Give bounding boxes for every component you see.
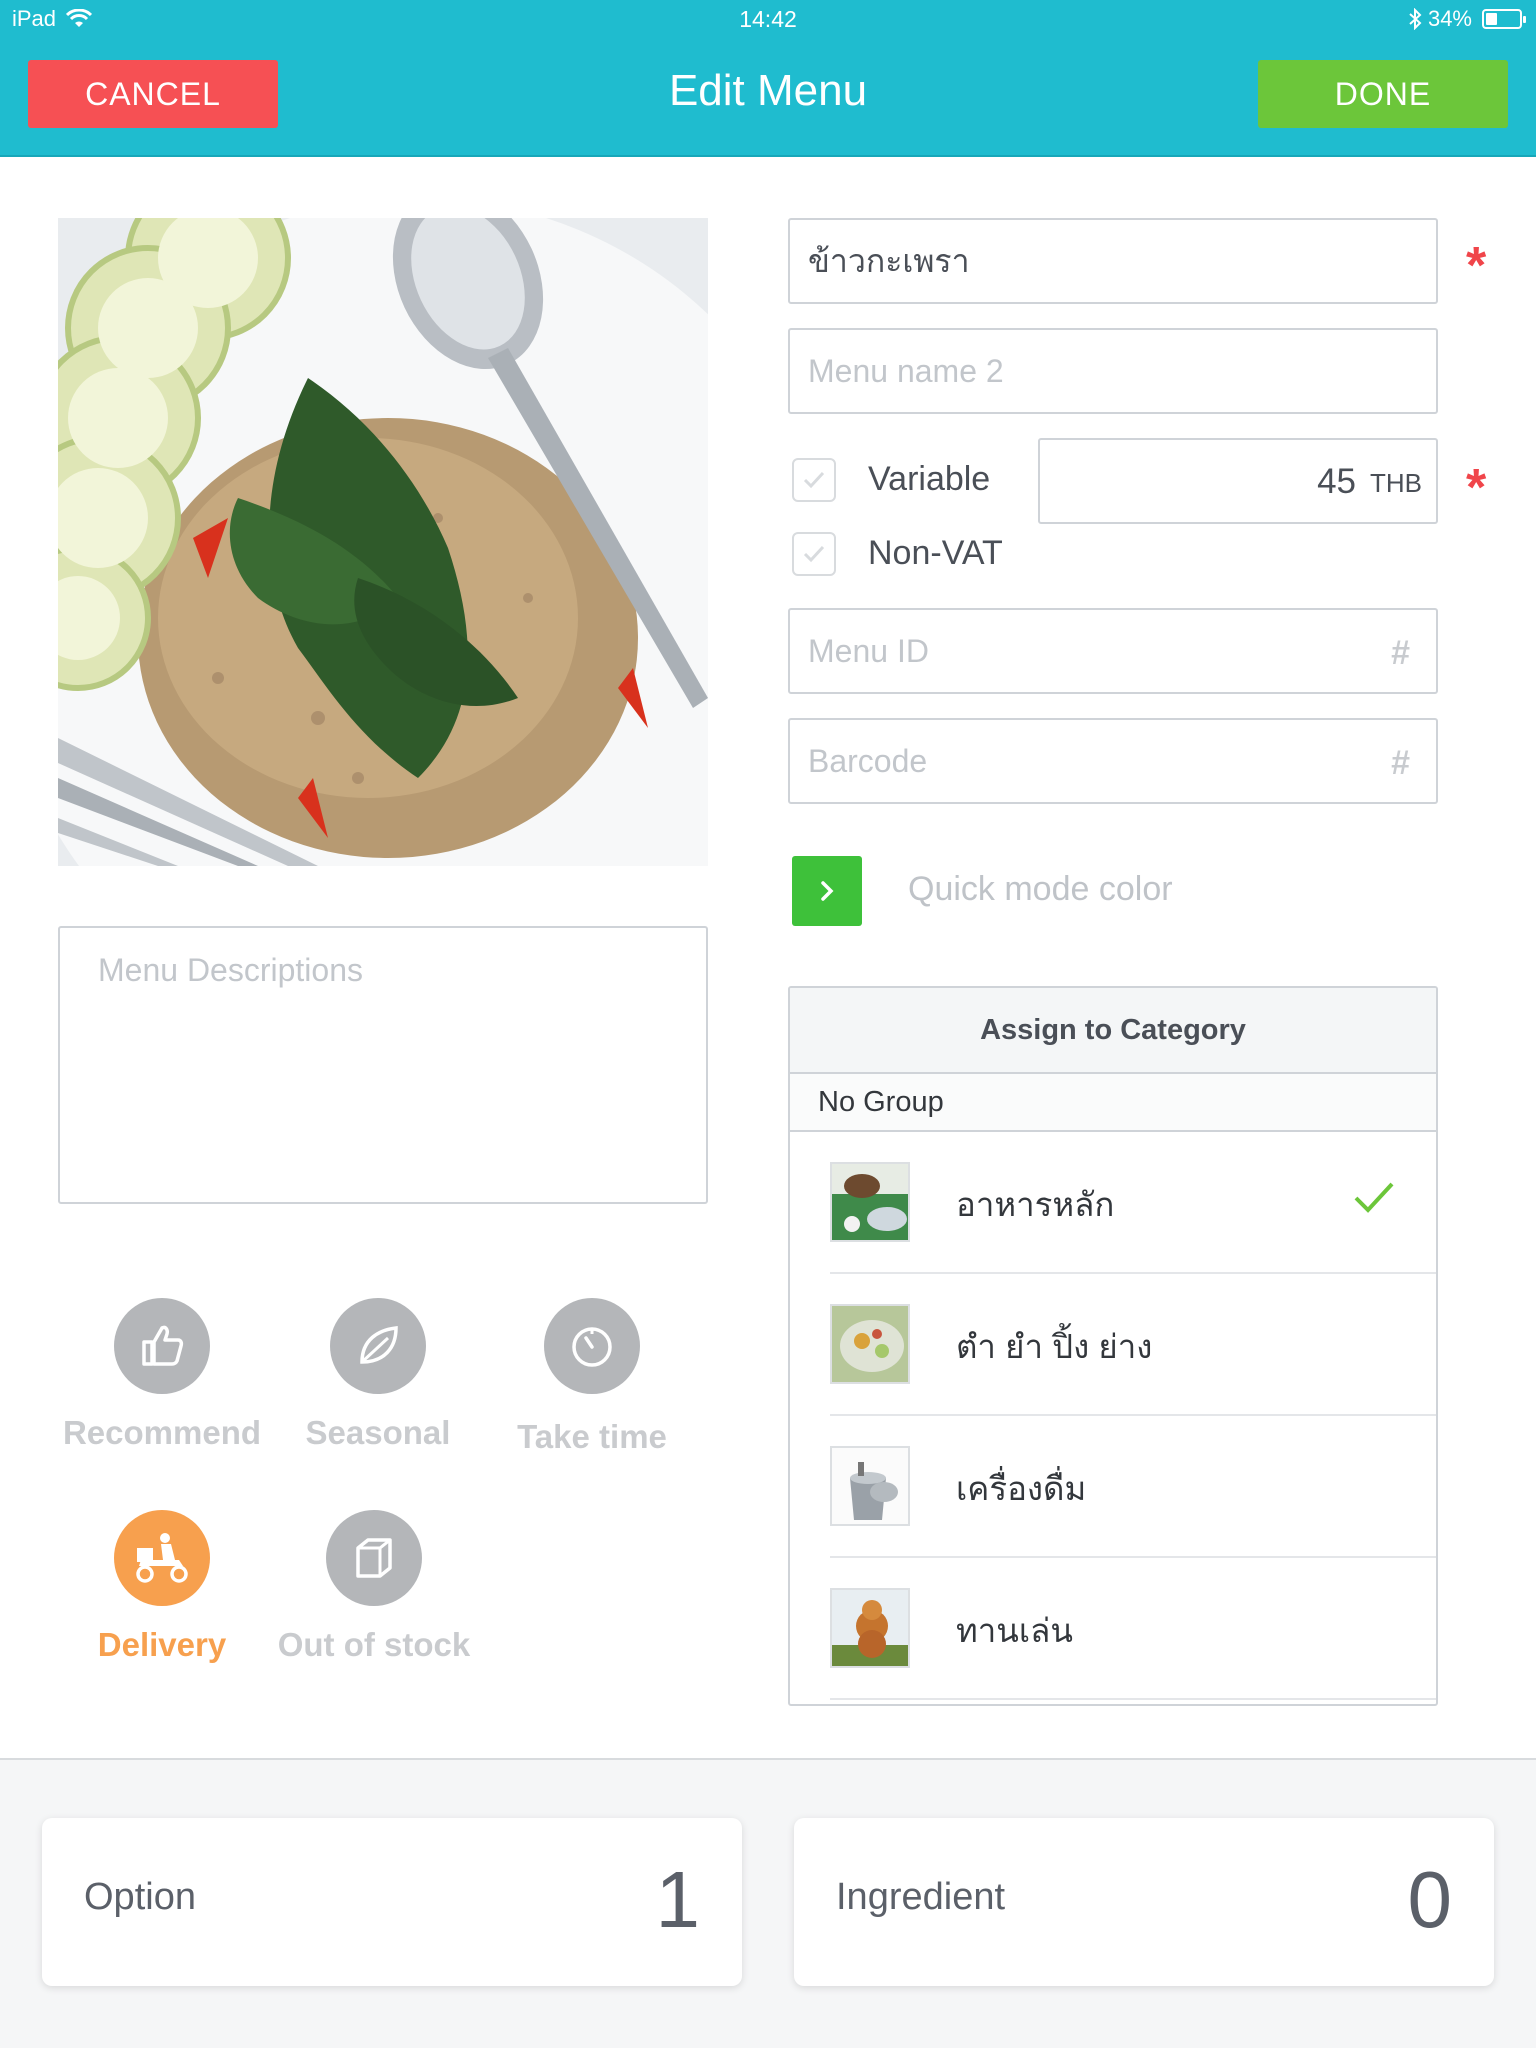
menu-name-2-field[interactable]: Menu name 2 [788, 328, 1438, 414]
tag-out-of-stock[interactable]: Out of stock [264, 1510, 484, 1664]
category-item[interactable]: อาหารหลัก [830, 1132, 1436, 1274]
option-count: 1 [655, 1855, 701, 1944]
status-right: 34% [1408, 6, 1526, 32]
category-item[interactable]: ทานเล่น [830, 1558, 1436, 1700]
currency-label: THB [1370, 468, 1422, 498]
price-value: 45 [1317, 462, 1356, 501]
tag-delivery[interactable]: Delivery [52, 1510, 272, 1664]
thumbs-up-icon [114, 1298, 210, 1394]
check-icon [1354, 1182, 1394, 1213]
option-label: Option [84, 1876, 196, 1918]
battery-icon [1482, 9, 1526, 29]
category-name: เครื่องดื่ม [956, 1470, 1087, 1507]
category-name: ตำ ยำ ปิ้ง ย่าง [956, 1328, 1153, 1365]
quick-mode-color-label: Quick mode color [908, 870, 1173, 908]
category-thumbnail [830, 1588, 910, 1668]
leaf-icon [330, 1298, 426, 1394]
chevron-right-icon [821, 881, 834, 901]
battery-fill [1486, 13, 1497, 25]
category-name: อาหารหลัก [956, 1186, 1115, 1223]
category-name: ทานเล่น [956, 1612, 1073, 1649]
variable-label: Variable [868, 460, 991, 498]
hash-icon: # [1391, 634, 1410, 672]
menu-id-field[interactable]: Menu ID # [788, 608, 1438, 694]
hash-icon: # [1391, 744, 1410, 782]
required-marker: * [1466, 459, 1487, 517]
menu-id-placeholder: Menu ID [808, 632, 929, 669]
quick-mode-color-button[interactable] [792, 856, 862, 926]
option-card[interactable]: Option 1 [42, 1818, 742, 1986]
menu-name-value: ข้าวกะเพรา [808, 242, 970, 279]
menu-description-input[interactable]: Menu Descriptions [58, 926, 708, 1204]
barcode-placeholder: Barcode [808, 742, 928, 779]
bluetooth-icon [1409, 8, 1422, 30]
box-icon [326, 1510, 422, 1606]
tag-label: Seasonal [305, 1414, 451, 1451]
top-bar: iPad 14:42 34% CANCEL Edit Menu DONE [0, 0, 1536, 157]
timer-icon [544, 1298, 640, 1394]
tag-label: Delivery [97, 1626, 227, 1663]
menu-name-field[interactable]: ข้าวกะเพรา [788, 218, 1438, 304]
edit-menu-screen: iPad 14:42 34% CANCEL Edit Menu DONE Men… [0, 0, 1536, 2048]
required-marker: * [1466, 237, 1487, 295]
category-panel: Assign to Category No Group อาหารหลัก ตำ… [788, 986, 1438, 1706]
tag-take-time[interactable]: Take time [482, 1298, 702, 1456]
category-item[interactable]: เครื่องดื่ม [830, 1416, 1436, 1558]
ingredient-card[interactable]: Ingredient 0 [794, 1818, 1494, 1986]
category-thumbnail [830, 1162, 910, 1242]
tag-label: Out of stock [277, 1626, 471, 1663]
category-thumbnail [830, 1304, 910, 1384]
check-icon [803, 471, 825, 489]
barcode-field[interactable]: Barcode # [788, 718, 1438, 804]
ingredient-label: Ingredient [836, 1876, 1006, 1918]
tag-label: Recommend [62, 1414, 262, 1451]
category-title: Assign to Category [790, 988, 1436, 1074]
non-vat-checkbox[interactable] [792, 532, 836, 576]
status-time: 14:42 [739, 6, 797, 32]
variable-checkbox[interactable] [792, 458, 836, 502]
non-vat-label: Non-VAT [868, 534, 1003, 572]
tag-seasonal[interactable]: Seasonal [268, 1298, 488, 1452]
tag-recommend[interactable]: Recommend [52, 1298, 272, 1452]
tag-label: Take time [517, 1418, 667, 1455]
battery-percent: 34% [1427, 6, 1472, 31]
food-image [58, 218, 708, 866]
category-thumbnail [830, 1446, 910, 1526]
category-group-header: No Group [790, 1074, 1436, 1132]
category-item[interactable]: ตำ ยำ ปิ้ง ย่าง [830, 1274, 1436, 1416]
menu-name-2-placeholder: Menu name 2 [808, 352, 1004, 389]
delivery-scooter-icon [114, 1510, 210, 1606]
done-button[interactable]: DONE [1258, 60, 1508, 128]
ingredient-count: 0 [1407, 1855, 1453, 1944]
price-field[interactable]: 45 THB [1038, 438, 1438, 524]
menu-photo[interactable] [58, 218, 708, 866]
check-icon [803, 545, 825, 563]
